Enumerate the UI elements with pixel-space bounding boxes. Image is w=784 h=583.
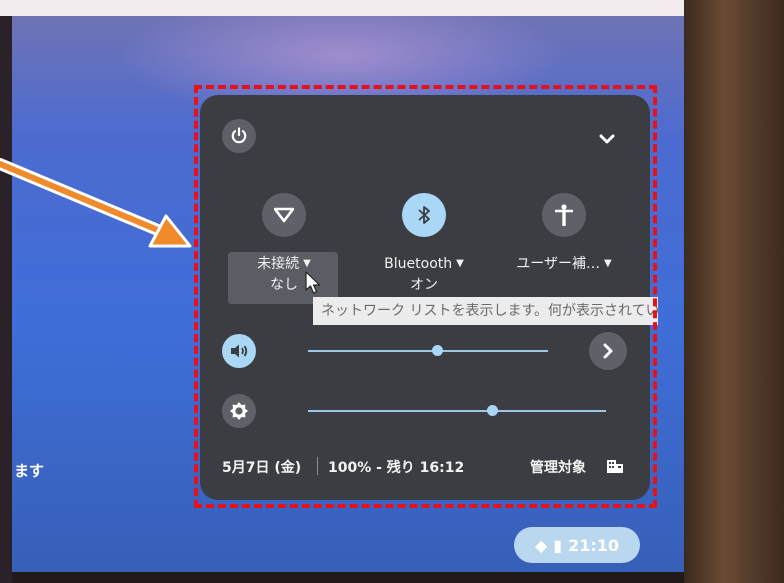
- annotation-highlight-box: [194, 85, 657, 508]
- annotation-arrow-icon: [0, 158, 192, 248]
- battery-icon: ▮: [553, 535, 563, 555]
- clock-time: 21:10: [568, 535, 620, 555]
- system-tray-status[interactable]: ◆ ▮ 21:10: [514, 527, 640, 563]
- screen-bezel-right: [684, 0, 784, 583]
- screen-bezel-left: [0, 16, 12, 583]
- background-text: ます: [14, 462, 45, 480]
- screen-bezel-bottom: [12, 572, 684, 583]
- photo-frame-top: [0, 0, 784, 16]
- wifi-icon: ◆: [534, 535, 548, 555]
